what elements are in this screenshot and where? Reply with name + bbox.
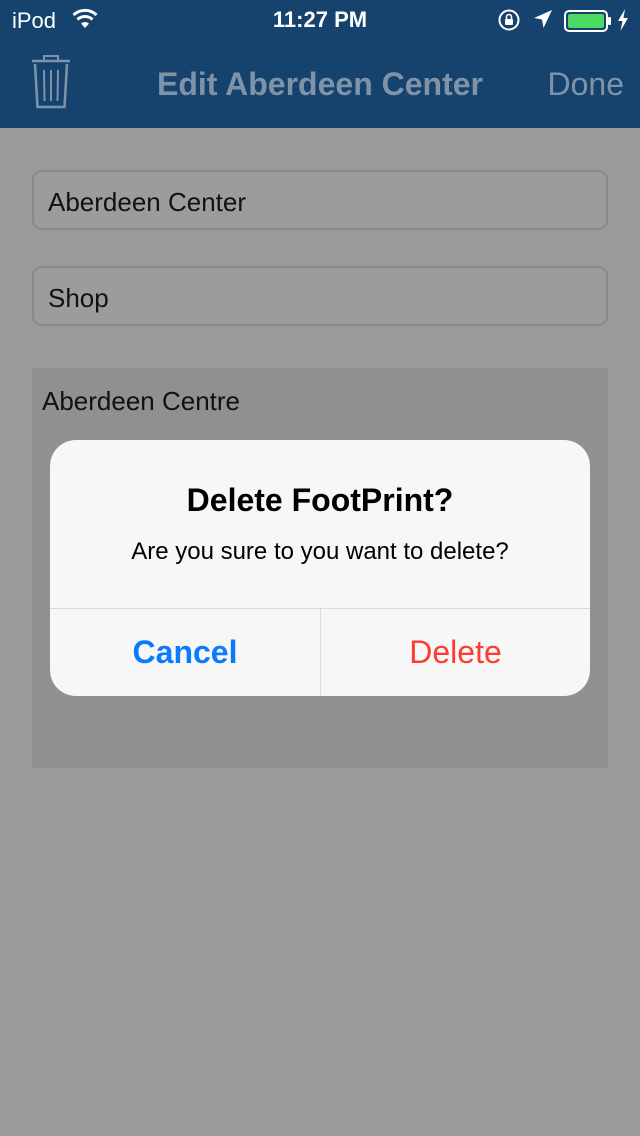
type-field[interactable]: Shop — [32, 266, 608, 326]
cancel-button[interactable]: Cancel — [50, 609, 320, 696]
top-bar: iPod 11:27 PM Edit Aberdeen Center Done — [0, 0, 640, 128]
delete-alert-dialog: Delete FootPrint? Are you sure to you wa… — [50, 440, 590, 696]
screen: iPod 11:27 PM Edit Aberdeen Center Done … — [0, 0, 640, 1136]
location-arrow-icon — [534, 10, 552, 28]
alert-message: Are you sure to you want to delete? — [131, 538, 509, 565]
delete-button[interactable]: Delete — [321, 609, 590, 696]
name-field[interactable]: Aberdeen Center — [32, 170, 608, 230]
rotation-lock-icon — [498, 9, 520, 31]
charging-bolt-icon — [618, 9, 628, 31]
map-place-label: Aberdeen Centre — [42, 386, 241, 416]
battery-icon — [564, 10, 611, 32]
status-bar: iPod 11:27 PM — [0, 0, 640, 40]
done-button[interactable]: Done — [548, 66, 625, 103]
page-title: Edit Aberdeen Center — [157, 66, 483, 102]
alert-title: Delete FootPrint? — [186, 482, 454, 518]
nav-bar: Edit Aberdeen Center Done — [0, 40, 640, 128]
